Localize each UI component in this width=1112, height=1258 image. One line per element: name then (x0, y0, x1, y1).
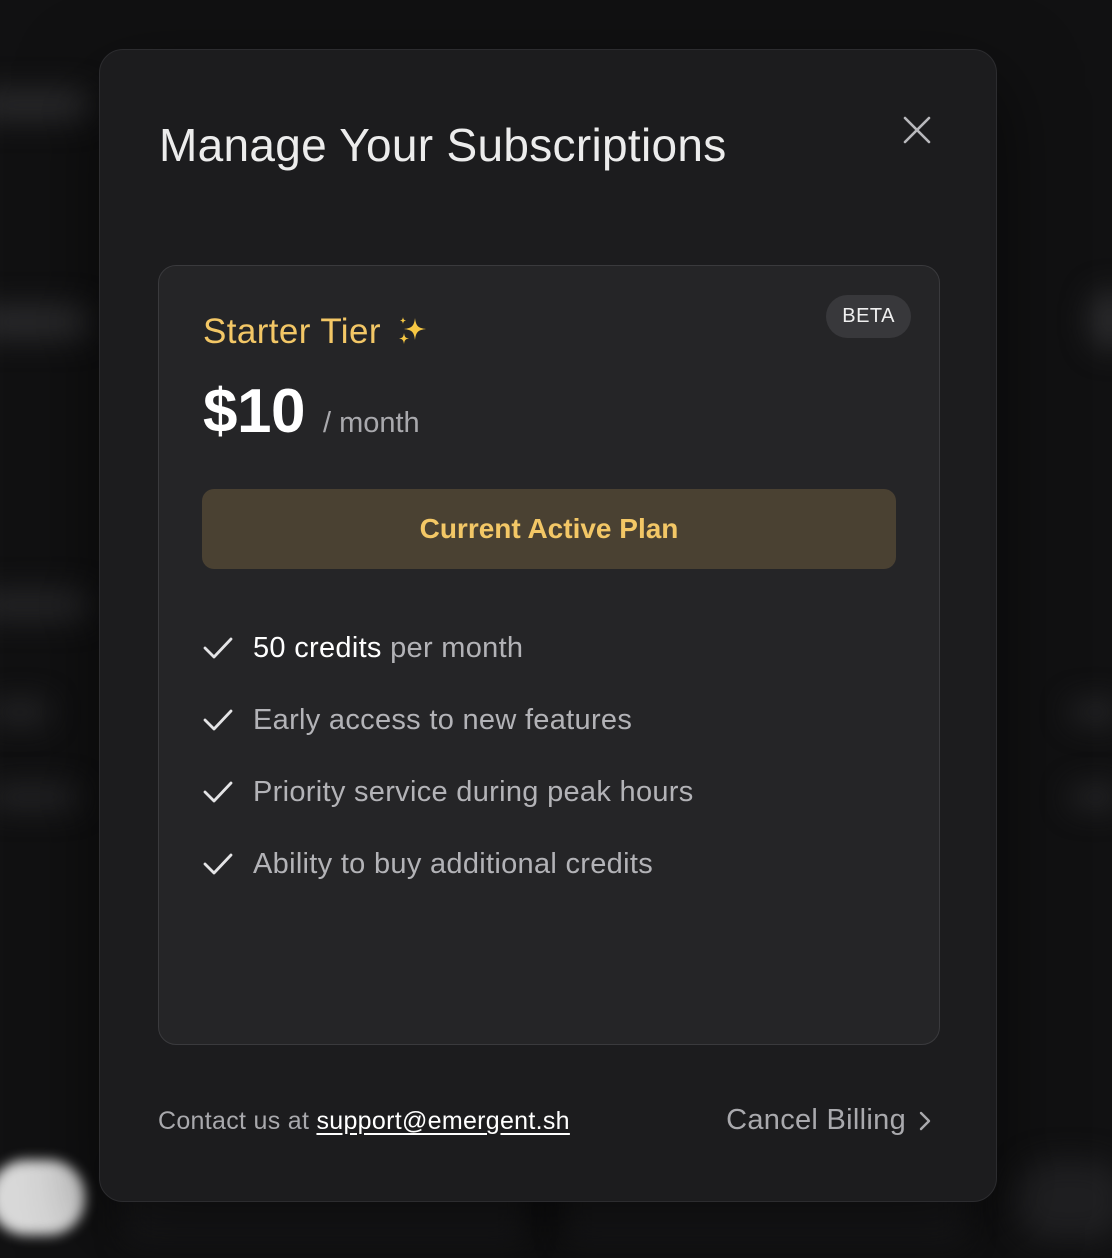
cancel-billing-label: Cancel Billing (726, 1104, 906, 1136)
price: $10 (203, 377, 305, 446)
feature-list: 50 credits per month Early access to new… (203, 612, 694, 900)
feature-text: Early access to new features (253, 703, 633, 736)
bg-text-blur (1070, 785, 1112, 809)
bg-text-blur (0, 90, 90, 120)
bg-text-blur (1070, 700, 1112, 724)
current-active-plan-button[interactable]: Current Active Plan (202, 489, 896, 569)
check-icon (203, 852, 253, 876)
modal-title: Manage Your Subscriptions (159, 119, 727, 171)
bg-text-blur (0, 700, 50, 724)
feature-text: Priority service during peak hours (253, 775, 694, 808)
check-icon (203, 780, 253, 804)
feature-text: 50 credits per month (253, 632, 523, 665)
billing-period: / month (322, 407, 420, 439)
bg-pill-blur (1090, 290, 1112, 350)
close-icon (903, 116, 931, 144)
contact-prefix: Contact us at (158, 1107, 317, 1135)
plan-card: BETA Starter Tier $10 / month Current Ac… (158, 265, 940, 1045)
feature-highlight: 50 credits (253, 631, 382, 664)
feature-item: Priority service during peak hours (203, 756, 694, 828)
check-icon (203, 636, 253, 660)
bg-text-blur (0, 305, 90, 339)
feature-text: Ability to buy additional credits (253, 847, 653, 880)
tier-name: Starter Tier (203, 312, 381, 351)
support-email-link[interactable]: support@emergent.sh (316, 1107, 569, 1135)
price-row: $10 / month (203, 376, 420, 447)
bg-button-blur (0, 1160, 85, 1235)
feature-detail: per month (381, 631, 524, 664)
feature-item: Early access to new features (203, 684, 694, 756)
sparkles-icon (398, 317, 426, 344)
feature-item: Ability to buy additional credits (203, 828, 694, 900)
tier-header: Starter Tier (203, 312, 431, 352)
check-icon (203, 708, 253, 732)
bg-text-blur (0, 785, 80, 809)
beta-badge: BETA (826, 295, 911, 338)
subscription-modal: Manage Your Subscriptions BETA Starter T… (99, 49, 997, 1202)
contact-text: Contact us at support@emergent.sh (158, 1107, 570, 1136)
bg-button-blur (1015, 1160, 1112, 1240)
cancel-billing-link[interactable]: Cancel Billing (726, 1104, 932, 1137)
close-button[interactable] (895, 108, 939, 152)
chevron-right-icon (919, 1111, 931, 1130)
bg-text-blur (0, 590, 90, 620)
feature-item: 50 credits per month (203, 612, 694, 684)
